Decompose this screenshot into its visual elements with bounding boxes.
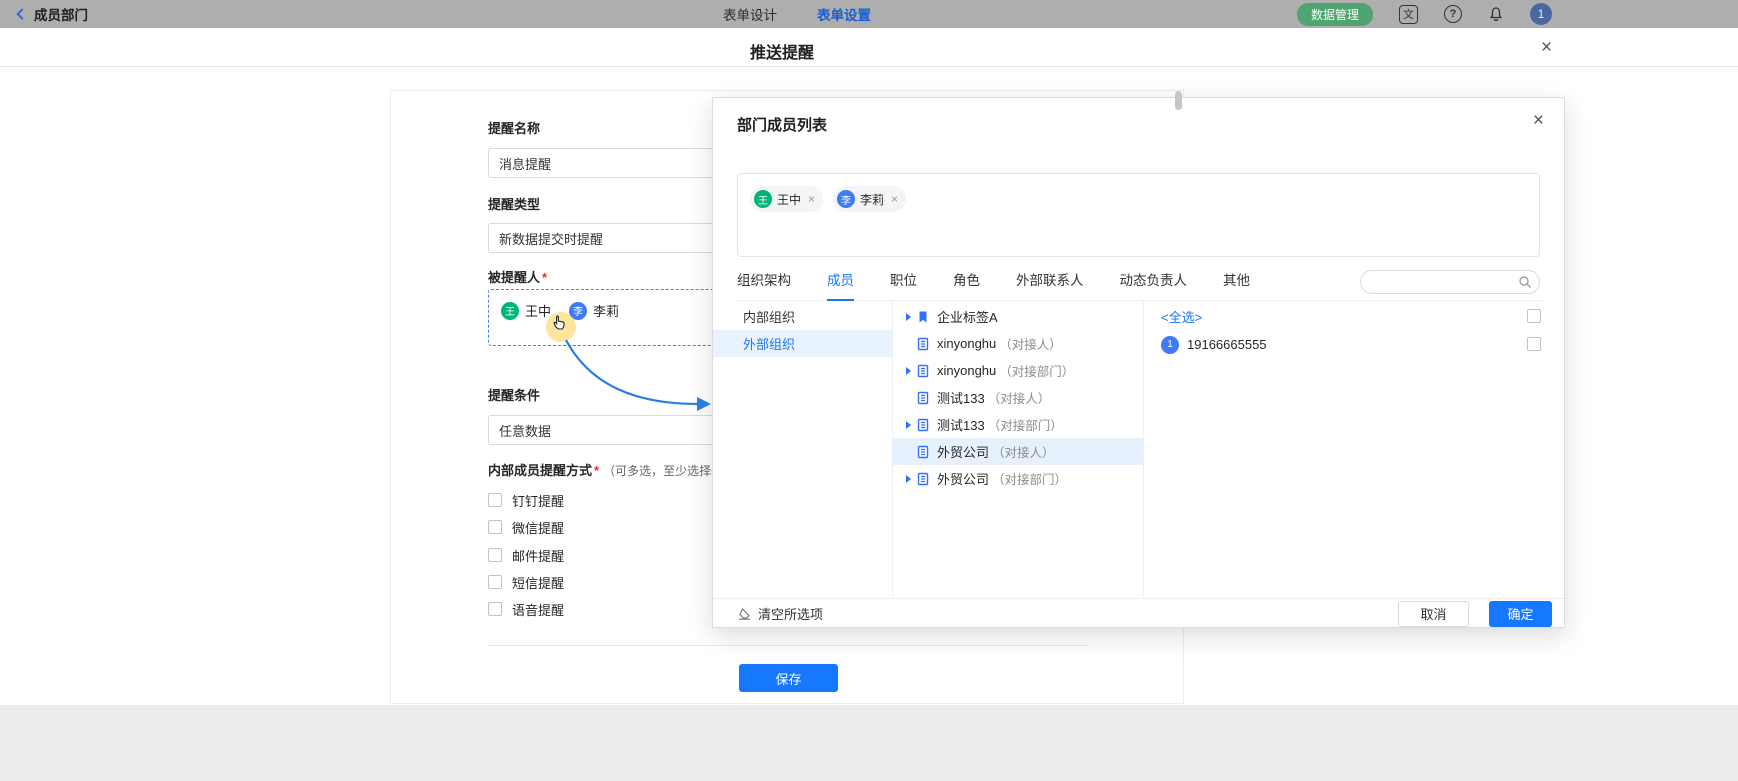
avatar: 王 xyxy=(501,302,519,320)
select-all-link[interactable]: <全选> xyxy=(1161,307,1202,326)
org-group-external[interactable]: 外部组织 xyxy=(713,330,892,357)
avatar: 王 xyxy=(754,190,772,208)
tree-row[interactable]: 企业标签A xyxy=(892,303,1143,330)
select-all-row: <全选> xyxy=(1143,303,1542,330)
required-asterisk: * xyxy=(542,270,547,285)
selected-member-tag[interactable]: 王 王中 × xyxy=(750,186,823,212)
building-icon xyxy=(916,337,932,351)
divider xyxy=(488,645,1087,646)
expand-arrow-icon[interactable] xyxy=(906,367,916,375)
cancel-button[interactable]: 取消 xyxy=(1398,601,1469,627)
tree-row[interactable]: 测试133（对接人） xyxy=(892,384,1143,411)
building-icon xyxy=(916,418,932,432)
back-label: 成员部门 xyxy=(34,4,88,24)
tab-position[interactable]: 职位 xyxy=(890,268,917,301)
recipient-tag[interactable]: 李 李莉 xyxy=(569,301,619,320)
tab-other[interactable]: 其他 xyxy=(1223,268,1250,301)
member-row[interactable]: 1 19166665555 xyxy=(1143,331,1542,358)
modal-close-icon[interactable]: × xyxy=(1533,110,1544,132)
clear-selection-button[interactable]: 清空所选项 xyxy=(737,604,823,623)
back-button[interactable]: 成员部门 xyxy=(18,0,88,28)
app-topbar: 成员部门 表单设计 表单设置 数据管理 文 ? 1 xyxy=(0,0,1738,28)
modal-title: 部门成员列表 xyxy=(737,114,827,135)
select-all-checkbox[interactable] xyxy=(1527,309,1541,323)
tree-row[interactable]: 外贸公司（对接部门） xyxy=(892,465,1143,492)
topbar-nav: 表单设计 表单设置 xyxy=(723,0,871,28)
tab-form-settings[interactable]: 表单设置 xyxy=(817,4,871,24)
expand-arrow-icon[interactable] xyxy=(906,475,916,483)
tree-row-selected[interactable]: 外贸公司（对接人） xyxy=(892,438,1143,465)
tree-row[interactable]: xinyonghu（对接人） xyxy=(892,330,1143,357)
avatar: 李 xyxy=(837,190,855,208)
tab-dynamic-owner[interactable]: 动态负责人 xyxy=(1120,268,1188,301)
avatar: 李 xyxy=(569,302,587,320)
data-manage-button[interactable]: 数据管理 xyxy=(1297,3,1373,26)
back-chevron-icon xyxy=(16,8,27,19)
tab-role[interactable]: 角色 xyxy=(953,268,980,301)
modal-footer: 清空所选项 取消 确定 xyxy=(713,598,1564,628)
tab-form-design[interactable]: 表单设计 xyxy=(723,4,777,24)
expand-arrow-icon[interactable] xyxy=(906,313,916,321)
wechat-checkbox[interactable] xyxy=(488,520,502,534)
tag-icon xyxy=(916,310,932,324)
dingtalk-checkbox[interactable] xyxy=(488,493,502,507)
condition-label: 提醒条件 xyxy=(488,385,540,404)
member-list-modal: 部门成员列表 × 王 王中 × 李 李莉 × 组织架构 成员 职位 角色 外部联… xyxy=(712,97,1565,628)
user-avatar[interactable]: 1 xyxy=(1530,3,1552,25)
tab-external-contacts[interactable]: 外部联系人 xyxy=(1016,268,1084,301)
confirm-button[interactable]: 确定 xyxy=(1489,601,1552,627)
member-search-input[interactable] xyxy=(1371,272,1516,292)
selected-member-tag[interactable]: 李 李莉 × xyxy=(833,186,906,212)
scrollbar-thumb[interactable] xyxy=(1175,91,1182,110)
building-icon xyxy=(916,391,932,405)
org-group-internal[interactable]: 内部组织 xyxy=(713,303,892,330)
building-icon xyxy=(916,364,932,378)
search-icon xyxy=(1518,275,1532,294)
required-asterisk: * xyxy=(594,463,599,478)
tab-members[interactable]: 成员 xyxy=(827,268,854,301)
sms-checkbox[interactable] xyxy=(488,575,502,589)
member-checkbox[interactable] xyxy=(1527,337,1541,351)
reminder-name-label: 提醒名称 xyxy=(488,118,540,137)
member-search-box xyxy=(1360,270,1540,294)
help-icon[interactable]: ? xyxy=(1444,5,1462,23)
tab-org-structure[interactable]: 组织架构 xyxy=(737,268,791,301)
translate-icon[interactable]: 文 xyxy=(1399,5,1418,24)
clear-icon xyxy=(737,606,752,621)
voice-checkbox[interactable] xyxy=(488,602,502,616)
page-close-icon[interactable]: × xyxy=(1541,37,1552,59)
save-button[interactable]: 保存 xyxy=(739,664,838,692)
expand-arrow-icon[interactable] xyxy=(906,421,916,429)
selected-members-box: 王 王中 × 李 李莉 × xyxy=(737,173,1540,257)
recipient-label: 被提醒人* xyxy=(488,267,547,286)
building-icon xyxy=(916,472,932,486)
reminder-type-label: 提醒类型 xyxy=(488,194,540,213)
tree-row[interactable]: xinyonghu（对接部门） xyxy=(892,357,1143,384)
page-title: 推送提醒 xyxy=(750,39,814,63)
tree-row[interactable]: 测试133（对接部门） xyxy=(892,411,1143,438)
building-icon xyxy=(916,445,932,459)
remove-tag-icon[interactable]: × xyxy=(891,192,898,206)
bell-icon[interactable] xyxy=(1488,6,1504,22)
recipient-tag[interactable]: 王 王中 xyxy=(501,301,551,320)
page-titlebar: 推送提醒 × xyxy=(0,28,1738,67)
avatar: 1 xyxy=(1161,336,1179,354)
topbar-actions: 数据管理 文 ? 1 xyxy=(1297,0,1552,28)
remove-tag-icon[interactable]: × xyxy=(808,192,815,206)
email-checkbox[interactable] xyxy=(488,548,502,562)
